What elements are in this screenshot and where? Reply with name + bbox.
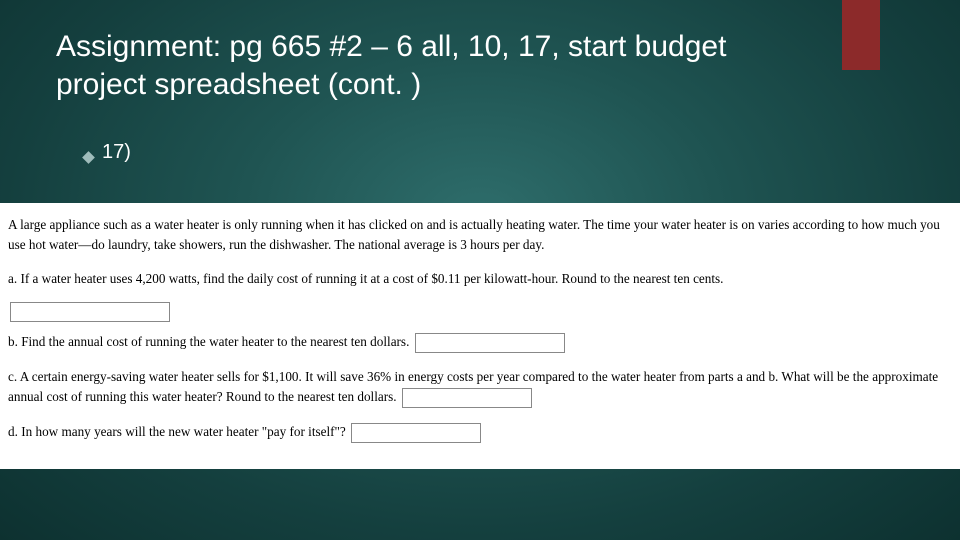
problem-part-d-row: d. In how many years will the new water … [8,422,952,443]
problem-part-b: b. Find the annual cost of running the w… [8,334,409,349]
answer-d-input[interactable] [351,423,481,443]
problem-part-c-row: c. A certain energy-saving water heater … [8,367,952,408]
bullet-item: 17) [84,141,904,164]
answer-a-input[interactable] [10,302,170,322]
bullet-label: 17) [102,141,131,164]
answer-b-input[interactable] [415,333,565,353]
slide-title: Assignment: pg 665 #2 – 6 all, 10, 17, s… [56,28,816,103]
problem-part-a: a. If a water heater uses 4,200 watts, f… [8,269,952,289]
problem-intro: A large appliance such as a water heater… [8,215,952,255]
answer-c-input[interactable] [402,388,532,408]
problem-part-b-row: b. Find the annual cost of running the w… [8,332,952,353]
problem-panel: A large appliance such as a water heater… [0,203,960,469]
problem-part-d: d. In how many years will the new water … [8,424,346,439]
slide-content: Assignment: pg 665 #2 – 6 all, 10, 17, s… [0,0,960,540]
